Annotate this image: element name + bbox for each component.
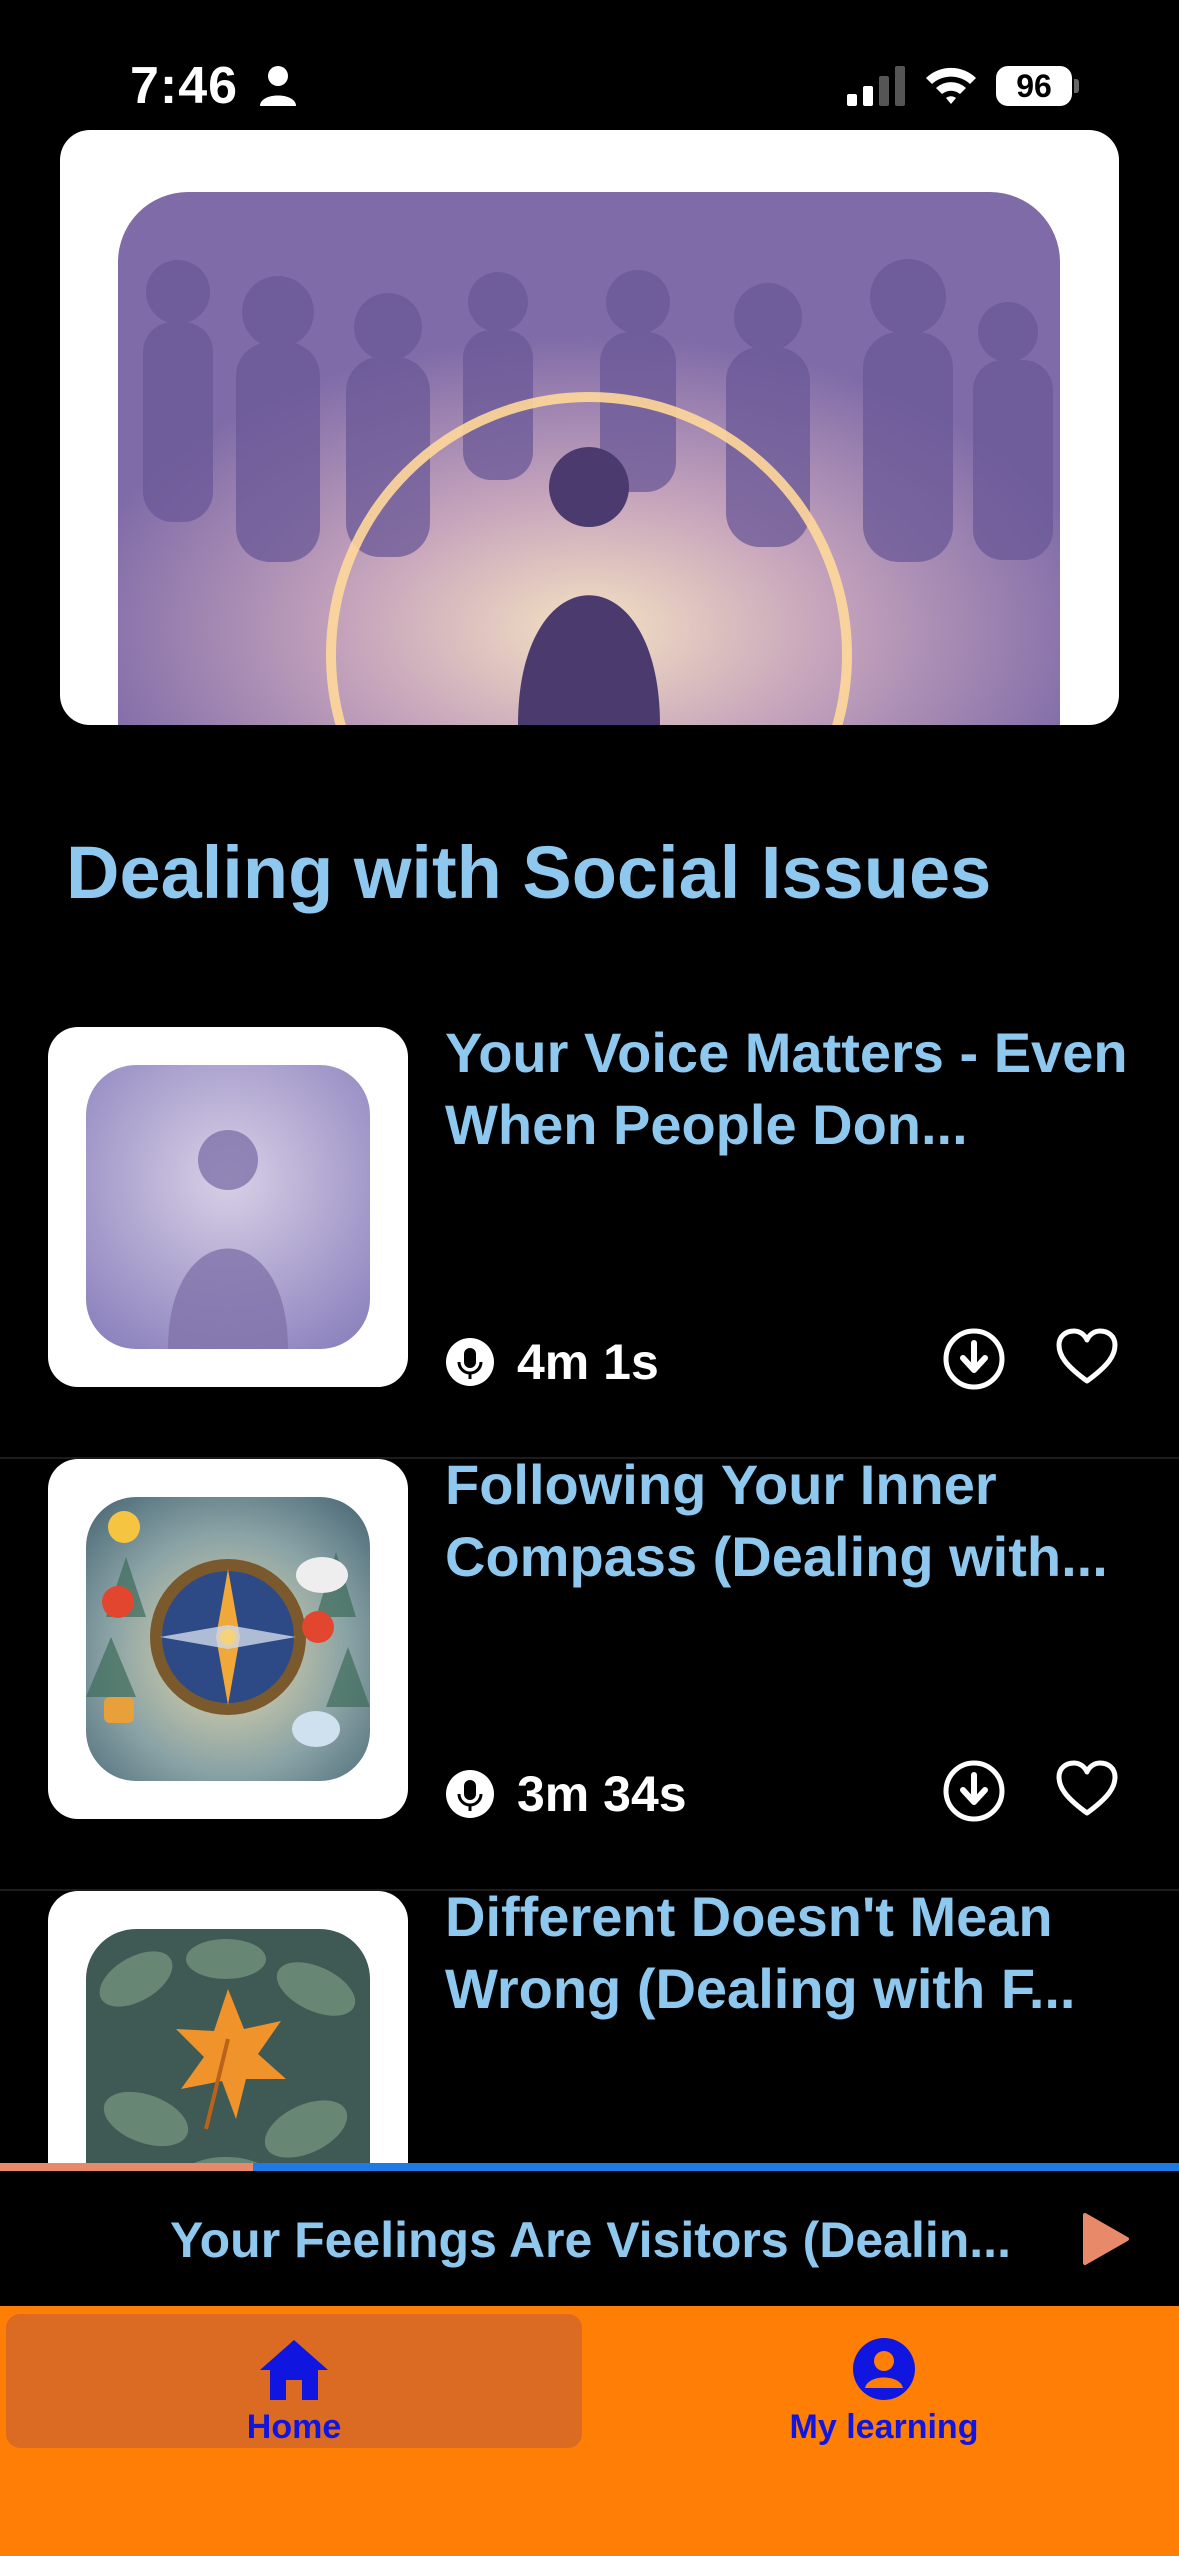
episode-thumbnail[interactable]	[48, 1459, 408, 1819]
player-progress-bar[interactable]	[0, 2163, 1179, 2171]
tab-home[interactable]: Home	[6, 2314, 582, 2448]
orange-leaf-among-green-art	[86, 1929, 370, 2163]
audio-badge-icon	[446, 1770, 494, 1818]
hero-image-card[interactable]	[60, 130, 1119, 725]
mini-player[interactable]: Your Feelings Are Visitors (Dealin...	[0, 2171, 1179, 2306]
battery-icon: 96	[996, 64, 1079, 108]
person-icon	[260, 66, 296, 106]
episode-meta: 4m 1s	[445, 1327, 1145, 1397]
user-circle-icon	[853, 2338, 915, 2400]
section-title: Dealing with Social Issues	[66, 831, 992, 914]
episode-duration: 4m 1s	[517, 1334, 659, 1390]
now-playing-title[interactable]: Your Feelings Are Visitors (Dealin...	[170, 2211, 1011, 2269]
episode-title[interactable]: Your Voice Matters - Even When People Do…	[445, 1017, 1145, 1161]
play-icon[interactable]	[1075, 2211, 1131, 2267]
download-icon[interactable]	[942, 1759, 1006, 1823]
status-time: 7:46	[130, 57, 239, 115]
battery-level: 96	[996, 66, 1072, 106]
list-item[interactable]: Your Voice Matters - Even When People Do…	[0, 1021, 1179, 1459]
heart-icon[interactable]	[1055, 1327, 1119, 1387]
home-icon	[260, 2340, 328, 2400]
tab-bar: Home My learning	[0, 2306, 1179, 2556]
list-item[interactable]: Different Doesn't Mean Wrong (Dealing wi…	[0, 1891, 1179, 2163]
episode-duration: 3m 34s	[517, 1766, 687, 1822]
episode-thumbnail[interactable]	[48, 1027, 408, 1387]
tab-label: Home	[246, 2408, 342, 2446]
player-progress-fill	[0, 2163, 254, 2171]
compass-with-emojis-art	[86, 1497, 370, 1781]
download-icon[interactable]	[942, 1327, 1006, 1391]
episode-title[interactable]: Different Doesn't Mean Wrong (Dealing wi…	[445, 1891, 1145, 2025]
status-bar: 7:46 96	[0, 0, 1179, 130]
episode-title[interactable]: Following Your Inner Compass (Dealing wi…	[445, 1449, 1145, 1593]
episode-thumbnail[interactable]	[48, 1891, 408, 2163]
wifi-icon	[926, 67, 976, 104]
heart-icon[interactable]	[1055, 1759, 1119, 1819]
cellular-signal-icon	[847, 66, 905, 106]
tab-my-learning[interactable]: My learning	[596, 2314, 1172, 2448]
social-crowd-spotlight-art	[118, 192, 1060, 725]
silhouette-in-haze-art	[86, 1065, 370, 1349]
audio-badge-icon	[446, 1338, 494, 1386]
tab-label: My learning	[789, 2408, 979, 2446]
list-item[interactable]: Following Your Inner Compass (Dealing wi…	[0, 1453, 1179, 1891]
episode-meta: 3m 34s	[445, 1759, 1145, 1829]
